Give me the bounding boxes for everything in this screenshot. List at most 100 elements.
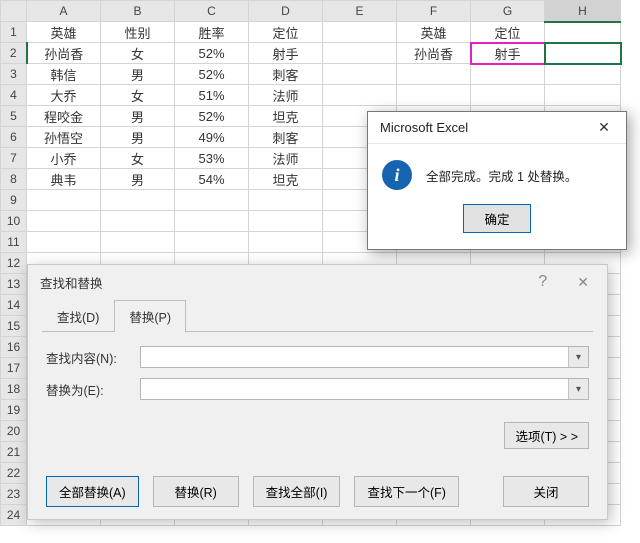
cell-C8[interactable]: 54% [175,169,249,190]
find-what-input[interactable] [141,347,568,367]
cell-E2[interactable] [323,43,397,64]
row-header-4[interactable]: 4 [1,85,27,106]
replace-all-button[interactable]: 全部替换(A) [46,476,139,507]
cell-C9[interactable] [175,190,249,211]
cell-C1[interactable]: 胜率 [175,22,249,43]
cell-A9[interactable] [27,190,101,211]
cell-B1[interactable]: 性别 [101,22,175,43]
cell-H3[interactable] [545,64,621,85]
row-header-3[interactable]: 3 [1,64,27,85]
row-header-1[interactable]: 1 [1,22,27,43]
row-header-14[interactable]: 14 [1,295,27,316]
cell-G1[interactable]: 定位 [471,22,545,43]
row-header-10[interactable]: 10 [1,211,27,232]
row-header-8[interactable]: 8 [1,169,27,190]
cell-C2[interactable]: 52% [175,43,249,64]
cell-A1[interactable]: 英雄 [27,22,101,43]
row-header-9[interactable]: 9 [1,190,27,211]
row-header-21[interactable]: 21 [1,442,27,463]
row-header-24[interactable]: 24 [1,505,27,526]
cell-C3[interactable]: 52% [175,64,249,85]
cell-B7[interactable]: 女 [101,148,175,169]
cell-A6[interactable]: 孙悟空 [27,127,101,148]
cell-B10[interactable] [101,211,175,232]
cell-H1[interactable] [545,22,621,43]
replace-button[interactable]: 替换(R) [153,476,239,507]
cell-C7[interactable]: 53% [175,148,249,169]
cell-A8[interactable]: 典韦 [27,169,101,190]
cell-B2[interactable]: 女 [101,43,175,64]
select-all-corner[interactable] [1,1,27,22]
row-header-18[interactable]: 18 [1,379,27,400]
column-header-A[interactable]: A [27,1,101,22]
cell-G3[interactable] [471,64,545,85]
cell-A3[interactable]: 韩信 [27,64,101,85]
cell-E4[interactable] [323,85,397,106]
cell-A4[interactable]: 大乔 [27,85,101,106]
cell-F2[interactable]: 孙尚香 [397,43,471,64]
cell-A5[interactable]: 程咬金 [27,106,101,127]
options-button[interactable]: 选项(T) > > [504,422,589,449]
cell-C5[interactable]: 52% [175,106,249,127]
row-header-22[interactable]: 22 [1,463,27,484]
cell-B5[interactable]: 男 [101,106,175,127]
row-header-19[interactable]: 19 [1,400,27,421]
cell-B11[interactable] [101,232,175,253]
ok-button[interactable]: 确定 [463,204,530,233]
column-header-F[interactable]: F [397,1,471,22]
tab-replace[interactable]: 替换(P) [114,300,186,332]
row-header-20[interactable]: 20 [1,421,27,442]
cell-F4[interactable] [397,85,471,106]
row-header-5[interactable]: 5 [1,106,27,127]
column-header-G[interactable]: G [471,1,545,22]
cell-F1[interactable]: 英雄 [397,22,471,43]
cell-D3[interactable]: 刺客 [249,64,323,85]
row-header-12[interactable]: 12 [1,253,27,274]
cell-C4[interactable]: 51% [175,85,249,106]
cell-D6[interactable]: 刺客 [249,127,323,148]
cell-B3[interactable]: 男 [101,64,175,85]
cell-C6[interactable]: 49% [175,127,249,148]
column-header-C[interactable]: C [175,1,249,22]
cell-H4[interactable] [545,85,621,106]
row-header-13[interactable]: 13 [1,274,27,295]
cell-C10[interactable] [175,211,249,232]
cell-A7[interactable]: 小乔 [27,148,101,169]
cell-D8[interactable]: 坦克 [249,169,323,190]
row-header-16[interactable]: 16 [1,337,27,358]
column-header-B[interactable]: B [101,1,175,22]
cell-D5[interactable]: 坦克 [249,106,323,127]
chevron-down-icon[interactable]: ▾ [568,347,588,367]
cell-D11[interactable] [249,232,323,253]
cell-D1[interactable]: 定位 [249,22,323,43]
row-header-6[interactable]: 6 [1,127,27,148]
row-header-23[interactable]: 23 [1,484,27,505]
close-icon[interactable]: ✕ [565,270,601,295]
close-button[interactable]: 关闭 [503,476,589,507]
cell-G4[interactable] [471,85,545,106]
cell-C11[interactable] [175,232,249,253]
cell-D10[interactable] [249,211,323,232]
cell-A11[interactable] [27,232,101,253]
column-header-E[interactable]: E [323,1,397,22]
cell-H2[interactable] [545,43,621,64]
help-icon[interactable]: ? [528,269,557,295]
cell-B9[interactable] [101,190,175,211]
cell-D4[interactable]: 法师 [249,85,323,106]
find-what-combo[interactable]: ▾ [140,346,589,368]
row-header-17[interactable]: 17 [1,358,27,379]
find-next-button[interactable]: 查找下一个(F) [354,476,458,507]
cell-B4[interactable]: 女 [101,85,175,106]
row-header-7[interactable]: 7 [1,148,27,169]
replace-with-combo[interactable]: ▾ [140,378,589,400]
row-header-15[interactable]: 15 [1,316,27,337]
chevron-down-icon[interactable]: ▾ [568,379,588,399]
cell-B8[interactable]: 男 [101,169,175,190]
cell-A10[interactable] [27,211,101,232]
replace-with-input[interactable] [141,379,568,399]
column-header-D[interactable]: D [249,1,323,22]
row-header-2[interactable]: 2 [1,43,27,64]
cell-A2[interactable]: 孙尚香 [27,43,101,64]
tab-find[interactable]: 查找(D) [42,300,114,332]
cell-D9[interactable] [249,190,323,211]
